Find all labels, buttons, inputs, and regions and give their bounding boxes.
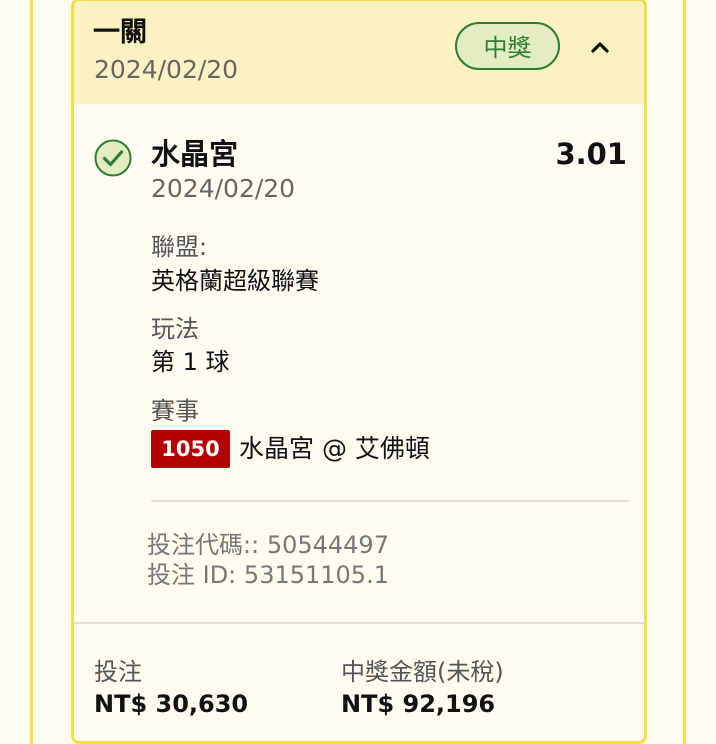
status-badge: 中獎: [455, 22, 560, 70]
chevron-up-icon[interactable]: [584, 31, 616, 63]
league-value: 英格蘭超級聯賽: [151, 267, 319, 295]
bet-code-label: 投注代碼:: [147, 531, 252, 559]
ticket-header[interactable]: 一關 2024/02/20 中獎: [74, 1, 644, 104]
league-label: 聯盟:: [151, 233, 208, 261]
footer-divider: [74, 622, 644, 624]
market-label: 玩法: [151, 315, 199, 343]
event-code-badge: 1050: [151, 430, 230, 468]
selection-name: 水晶宮: [151, 137, 239, 171]
bet-code-line: 投注代碼:: 50544497: [147, 531, 389, 559]
bet-id-label: 投注 ID:: [147, 561, 237, 589]
check-circle-icon: [94, 139, 132, 177]
bet-ticket-card: 一關 2024/02/20 中獎 水晶宮 3.01 2024/02/20 聯盟:…: [71, 0, 647, 744]
selection-odds: 3.01: [555, 137, 627, 171]
selection-date: 2024/02/20: [151, 174, 296, 203]
right-rail: [683, 0, 686, 744]
bet-id-value: 53151105.1: [243, 561, 389, 589]
stake-label: 投注: [94, 658, 142, 686]
payout-label: 中獎金額(未稅): [341, 658, 504, 686]
stake-value: NT$ 30,630: [94, 690, 249, 718]
event-label: 賽事: [151, 397, 199, 425]
event-name: 水晶宮 @ 艾佛頓: [239, 434, 430, 463]
market-value: 第 1 球: [151, 348, 230, 376]
bet-id-line: 投注 ID: 53151105.1: [147, 562, 389, 588]
payout-value: NT$ 92,196: [341, 690, 496, 718]
bet-code-value: 50544497: [266, 531, 389, 559]
section-divider: [151, 500, 629, 502]
ticket-date: 2024/02/20: [94, 55, 239, 84]
ticket-type-title: 一關: [93, 17, 147, 48]
left-rail: [30, 0, 33, 744]
